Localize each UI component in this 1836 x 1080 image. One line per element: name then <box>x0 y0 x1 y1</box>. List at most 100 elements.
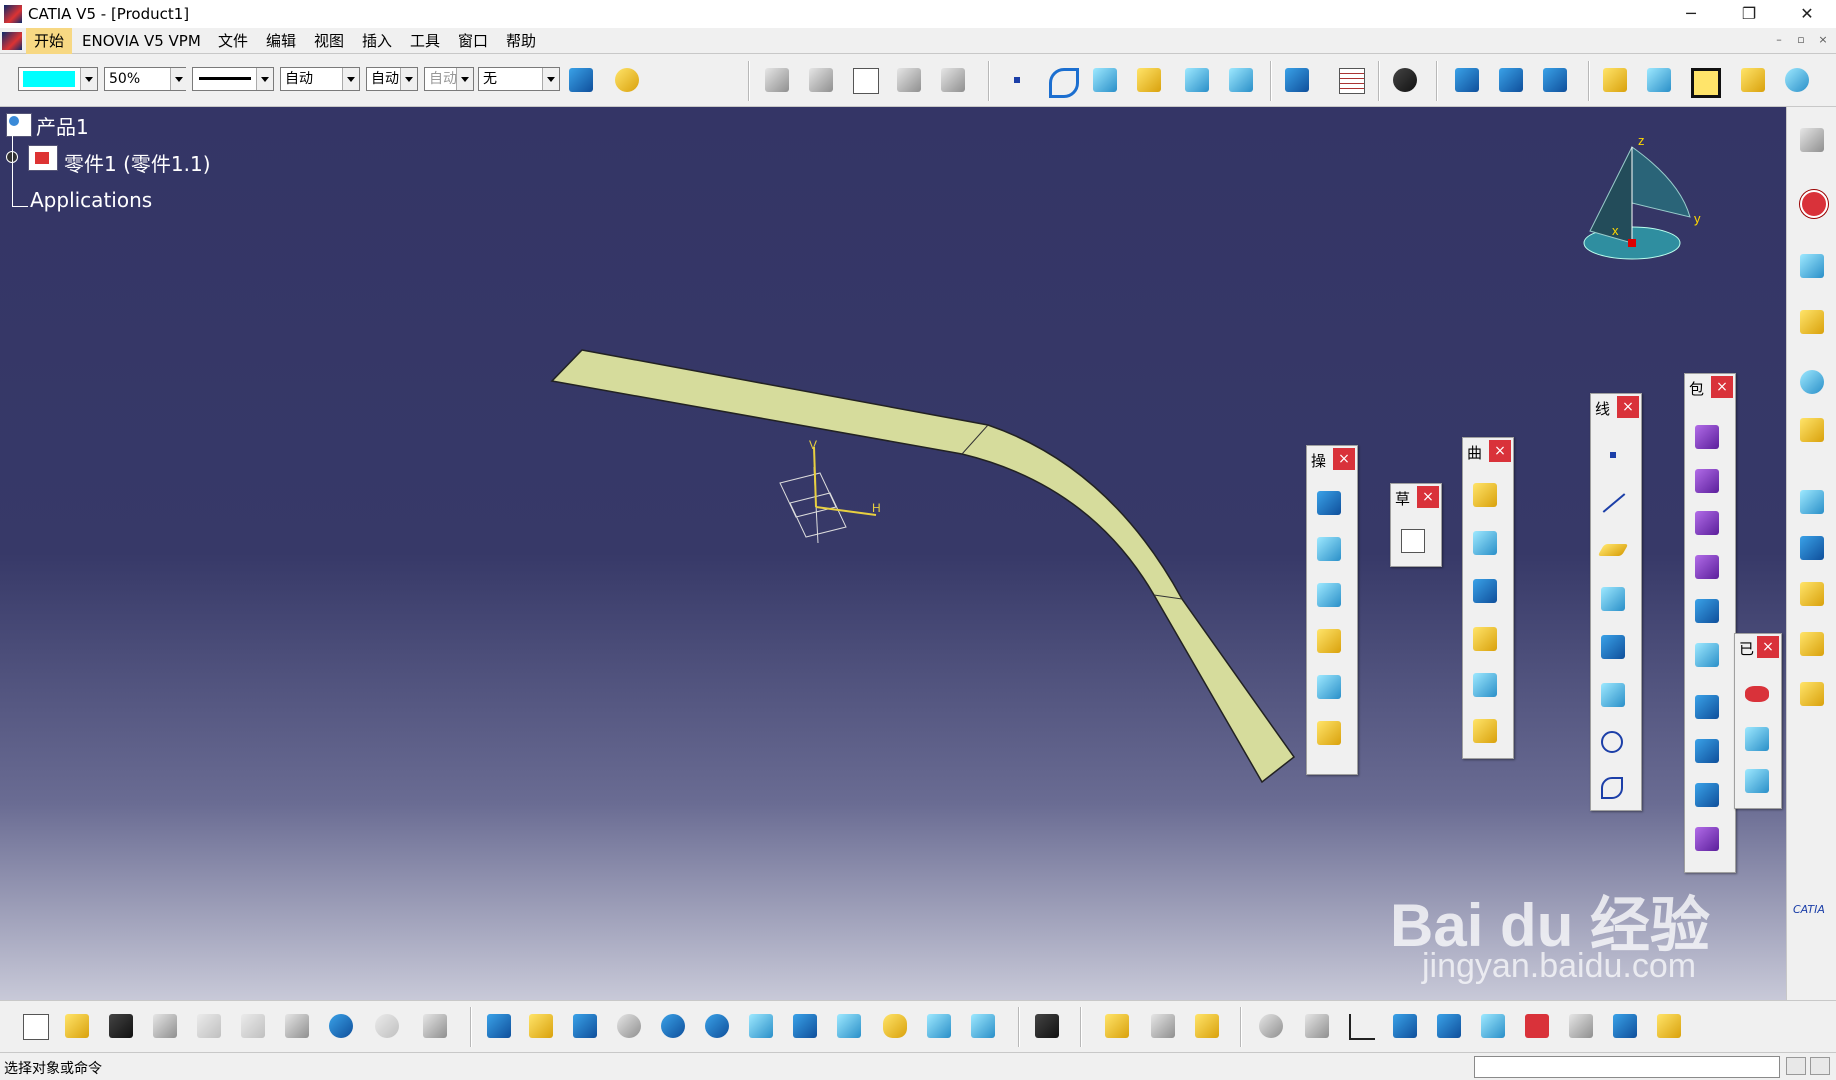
fillet-button[interactable] <box>1312 624 1346 658</box>
transform-button[interactable] <box>1795 485 1829 519</box>
new-button[interactable] <box>18 1009 52 1043</box>
formula-button[interactable] <box>848 63 882 97</box>
sketcher-grid-button[interactable] <box>1432 1009 1466 1043</box>
power-input-button[interactable] <box>1786 1057 1806 1075</box>
exit-button[interactable] <box>1795 185 1829 219</box>
hand-button[interactable] <box>1300 1009 1334 1043</box>
shading-button[interactable] <box>878 1009 912 1043</box>
update-button[interactable] <box>1254 1009 1288 1043</box>
rule-button[interactable] <box>936 63 970 97</box>
palette-close-button[interactable]: × <box>1617 396 1639 418</box>
cube-view-button[interactable] <box>1180 63 1214 97</box>
catalog-button[interactable] <box>1280 63 1314 97</box>
zoom-in-button[interactable] <box>656 1009 690 1043</box>
plane-button[interactable] <box>1596 534 1630 568</box>
work-object-button[interactable] <box>1520 1009 1554 1043</box>
cover-button[interactable] <box>1598 63 1632 97</box>
zoom-out-button[interactable] <box>700 1009 734 1043</box>
mdi-minimize-button[interactable]: – <box>1770 32 1788 48</box>
chevron-down-icon[interactable] <box>170 68 186 90</box>
palette-close-button[interactable]: × <box>1711 376 1733 398</box>
draft-analysis-button[interactable] <box>1740 722 1774 756</box>
painter-button[interactable] <box>564 63 598 97</box>
paste-button[interactable] <box>280 1009 314 1043</box>
status-help-button[interactable] <box>1810 1057 1830 1075</box>
iso-view-button[interactable] <box>832 1009 866 1043</box>
menu-help[interactable]: 帮助 <box>498 28 544 54</box>
sew-button[interactable] <box>1690 822 1724 856</box>
pattern-button[interactable] <box>1494 63 1528 97</box>
body-button[interactable] <box>1795 413 1829 447</box>
material-button[interactable] <box>610 63 644 97</box>
chevron-down-icon[interactable] <box>256 68 273 90</box>
point-button[interactable] <box>1596 438 1630 472</box>
surface-button[interactable] <box>1795 305 1829 339</box>
menu-view[interactable]: 视图 <box>306 28 352 54</box>
grid-button[interactable] <box>1334 63 1368 97</box>
capture-button[interactable] <box>1030 1009 1064 1043</box>
fill-color-combo[interactable] <box>18 67 98 91</box>
print-button[interactable] <box>148 1009 182 1043</box>
3d-viewport[interactable]: 产品1 零件1 (零件1.1) Applications z y x V H 操… <box>0 107 1786 1000</box>
workbench-button[interactable] <box>1795 123 1829 157</box>
palette-close-button[interactable]: × <box>1489 440 1511 462</box>
normal-view-button[interactable] <box>744 1009 778 1043</box>
stretch-button[interactable] <box>1690 638 1724 672</box>
spline-button[interactable] <box>1044 63 1079 98</box>
render-style-combo[interactable]: 无 <box>478 67 560 91</box>
undo-button[interactable] <box>324 1009 358 1043</box>
wrap-curve-button[interactable] <box>1690 420 1724 454</box>
cube-view2-button[interactable] <box>1224 63 1258 97</box>
save-button[interactable] <box>104 1009 138 1043</box>
select-box-button[interactable] <box>1686 63 1721 98</box>
manipulate-button[interactable] <box>1388 63 1422 97</box>
minimize-button[interactable]: ─ <box>1662 0 1720 28</box>
pan-button[interactable] <box>568 1009 602 1043</box>
mdi-restore-button[interactable]: ▫ <box>1792 32 1810 48</box>
restore-button[interactable]: ❐ <box>1720 0 1778 28</box>
geometrical-set-button[interactable] <box>1795 365 1829 399</box>
open-button[interactable] <box>60 1009 94 1043</box>
join-button[interactable] <box>1312 486 1346 520</box>
palette-close-button[interactable]: × <box>1417 486 1439 508</box>
thick-button[interactable] <box>1690 734 1724 768</box>
curve-button[interactable] <box>1795 249 1829 283</box>
fill-surface-button[interactable] <box>1132 63 1166 97</box>
axis-system-icon[interactable] <box>779 446 877 544</box>
chevron-down-icon[interactable] <box>400 68 417 90</box>
boolean-button[interactable] <box>1476 1009 1510 1043</box>
command-input[interactable] <box>1474 1056 1780 1078</box>
connect-checker-button[interactable] <box>1740 678 1774 712</box>
wrap-surface-button[interactable] <box>1690 464 1724 498</box>
menu-edit[interactable]: 编辑 <box>258 28 304 54</box>
blend-button[interactable] <box>1468 714 1502 748</box>
fit-all-button[interactable] <box>524 1009 558 1043</box>
close-surface-button[interactable] <box>1690 778 1724 812</box>
options-button[interactable] <box>1652 1009 1686 1043</box>
chevron-down-icon[interactable] <box>80 68 97 90</box>
develop-button[interactable] <box>1795 627 1829 661</box>
circle-button[interactable] <box>1596 726 1630 760</box>
loft-button[interactable] <box>1468 668 1502 702</box>
whats-this-button[interactable] <box>418 1009 452 1043</box>
hide-show-button[interactable] <box>922 1009 956 1043</box>
surface-analysis-button[interactable] <box>1780 63 1814 97</box>
curve-analysis-button[interactable] <box>1736 63 1770 97</box>
whats-this-button[interactable] <box>1538 63 1572 97</box>
table-button[interactable] <box>1608 1009 1642 1043</box>
measure-inertia-button[interactable] <box>1190 1009 1224 1043</box>
extrude-button[interactable] <box>1088 63 1122 97</box>
deform-button[interactable] <box>1690 594 1724 628</box>
knowledge-button[interactable] <box>892 63 926 97</box>
menu-insert[interactable]: 插入 <box>354 28 400 54</box>
grid-button[interactable] <box>1388 1009 1422 1043</box>
split-button[interactable] <box>1312 532 1346 566</box>
fly-mode-button[interactable] <box>482 1009 516 1043</box>
dress-up-button[interactable] <box>1795 577 1829 611</box>
mdi-close-button[interactable]: × <box>1814 32 1832 48</box>
line-weight-combo[interactable] <box>192 67 274 91</box>
chevron-down-icon[interactable] <box>542 68 559 90</box>
sweep-button[interactable] <box>1468 574 1502 608</box>
projection-button[interactable] <box>1596 582 1630 616</box>
menu-file[interactable]: 文件 <box>210 28 256 54</box>
